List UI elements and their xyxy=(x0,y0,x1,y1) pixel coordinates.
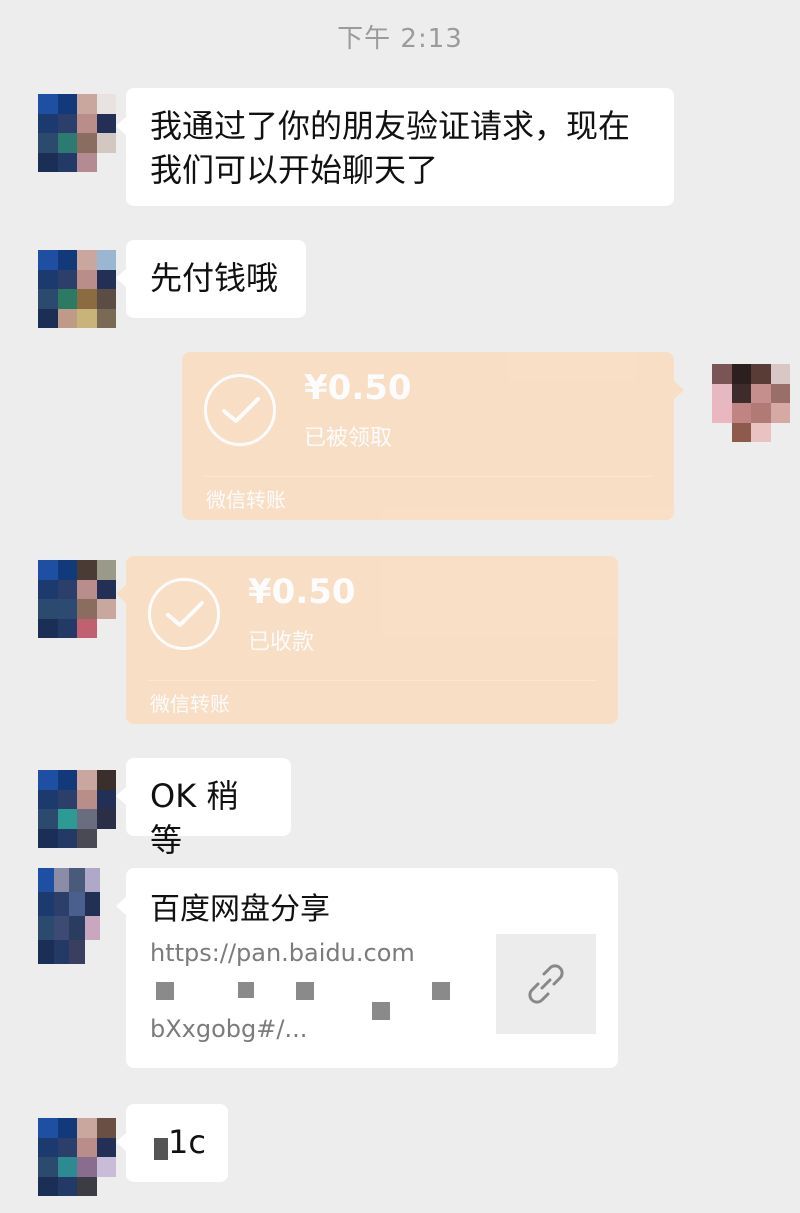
link-url-line: https://pan.baidu.com xyxy=(150,939,415,967)
message-text-bubble[interactable]: 我通过了你的朋友验证请求，现在我们可以开始聊天了 xyxy=(116,88,674,206)
link-icon xyxy=(496,934,596,1034)
message-text-bubble[interactable]: 先付钱哦 xyxy=(116,240,306,318)
check-circle-icon xyxy=(148,578,220,650)
transfer-card[interactable]: ¥0.50 已收款 微信转账 xyxy=(116,556,618,724)
transfer-status: 已收款 xyxy=(248,630,315,655)
message-text: OK 稍等 xyxy=(150,777,239,859)
transfer-status: 已被领取 xyxy=(304,426,393,451)
link-url: https://pan.baidu.com bXxgobg#/... xyxy=(150,934,460,1048)
message-text-bubble[interactable]: 1c xyxy=(116,1104,228,1182)
transfer-amount: ¥0.50 xyxy=(248,572,356,612)
transfer-label: 微信转账 xyxy=(150,692,230,716)
divider xyxy=(204,476,652,477)
message-text-bubble[interactable]: OK 稍等 xyxy=(116,758,291,859)
contact-avatar[interactable] xyxy=(38,250,116,328)
timestamp: 下午 2:13 xyxy=(337,24,463,54)
contact-avatar[interactable] xyxy=(38,770,116,848)
link-url-masked xyxy=(150,972,460,1020)
contact-avatar[interactable] xyxy=(38,868,100,964)
contact-avatar[interactable] xyxy=(38,560,116,638)
transfer-card[interactable]: ¥0.50 已被领取 微信转账 xyxy=(182,352,684,520)
message-text: 1c xyxy=(168,1123,206,1161)
check-circle-icon xyxy=(204,374,276,446)
link-url-line: bXxgobg#/... xyxy=(150,1015,308,1043)
contact-avatar[interactable] xyxy=(38,1118,116,1196)
message-text: 我通过了你的朋友验证请求，现在我们可以开始聊天了 xyxy=(150,107,631,189)
redaction-mask xyxy=(154,1138,168,1160)
link-title: 百度网盘分享 xyxy=(150,892,330,927)
my-avatar[interactable] xyxy=(712,364,790,442)
contact-avatar[interactable] xyxy=(38,94,116,172)
message-text: 先付钱哦 xyxy=(150,259,279,297)
link-card[interactable]: 百度网盘分享 https://pan.baidu.com bXxgobg#/..… xyxy=(116,868,618,1068)
divider xyxy=(148,680,596,681)
transfer-label: 微信转账 xyxy=(206,488,286,512)
transfer-amount: ¥0.50 xyxy=(304,368,412,408)
